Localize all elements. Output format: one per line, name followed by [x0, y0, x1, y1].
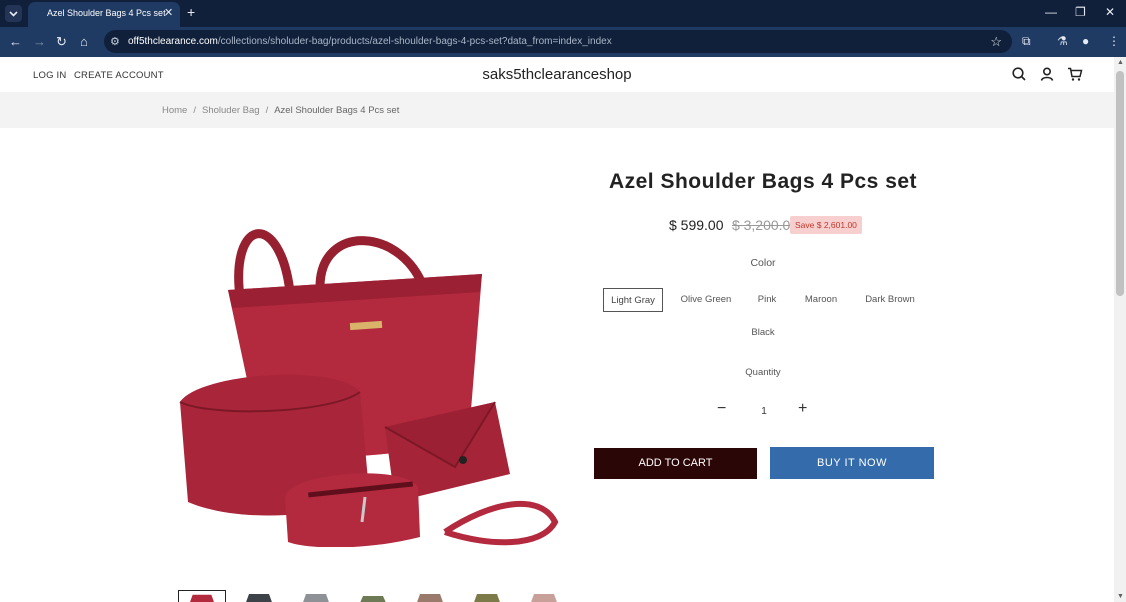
product-main-image[interactable] — [170, 202, 565, 547]
thumbnail-strip — [178, 590, 568, 602]
web-page: LOG IN CREATE ACCOUNT saks5thclearancesh… — [0, 57, 1114, 602]
color-option-light-gray[interactable]: Light Gray — [603, 288, 663, 312]
url-text[interactable]: off5thclearance.com/collections/sholuder… — [128, 36, 612, 47]
compare-price: $ 3,200.00 — [731, 217, 799, 233]
labs-icon[interactable]: ⚗ — [1057, 34, 1068, 48]
bookmark-star-icon[interactable]: ☆ — [990, 34, 1002, 50]
thumbnail-7[interactable] — [520, 590, 568, 602]
thumbnail-3[interactable] — [292, 590, 340, 602]
plus-icon[interactable]: + — [798, 401, 807, 417]
site-info-icon[interactable]: ⚙ — [110, 35, 120, 48]
breadcrumb-home[interactable]: Home — [162, 105, 187, 116]
color-option-pink[interactable]: Pink — [751, 288, 783, 312]
color-label: Color — [750, 257, 776, 269]
thumbnail-2[interactable] — [235, 590, 283, 602]
minimize-icon[interactable]: — — [1045, 5, 1057, 19]
quantity-input[interactable]: 1 — [757, 406, 771, 417]
current-price: $ 599.00 — [669, 217, 724, 233]
color-option-dark-brown[interactable]: Dark Brown — [860, 288, 920, 312]
minus-icon[interactable]: − — [717, 401, 726, 417]
profile-icon[interactable]: ● — [1082, 34, 1089, 48]
account-icon[interactable] — [1039, 66, 1055, 82]
home-icon[interactable]: ⌂ — [80, 34, 88, 49]
scroll-down-icon[interactable]: ▼ — [1117, 593, 1124, 600]
scrollbar-thumb[interactable] — [1116, 71, 1124, 296]
thumbnail-6[interactable] — [463, 590, 511, 602]
breadcrumb: Home / Sholuder Bag / Azel Shoulder Bags 4 P… — [162, 105, 399, 116]
thumbnail-4[interactable] — [349, 590, 397, 602]
tab-title: Azel Shoulder Bags 4 Pcs set — [47, 8, 166, 18]
add-to-cart-button[interactable]: ADD TO CART — [594, 448, 757, 479]
buy-it-now-button[interactable]: BUY IT NOW — [770, 447, 934, 479]
color-option-olive-green[interactable]: Olive Green — [676, 288, 736, 312]
browser-tab-bar: Azel Shoulder Bags 4 Pcs set ✕ + — ❐ ✕ — [0, 0, 1126, 27]
cart-icon[interactable] — [1067, 66, 1083, 82]
search-icon[interactable] — [1011, 66, 1027, 82]
restore-icon[interactable]: ❐ — [1075, 5, 1086, 19]
menu-kebab-icon[interactable]: ⋮ — [1108, 34, 1120, 48]
breadcrumb-current: Azel Shoulder Bags 4 Pcs set — [274, 105, 400, 116]
save-badge: Save $ 2,601.00 — [790, 216, 862, 234]
browser-toolbar: ← → ↻ ⌂ ⚙ off5thclearance.com/collection… — [0, 27, 1126, 57]
close-tab-icon[interactable]: ✕ — [164, 6, 173, 19]
chevron-down-icon — [9, 11, 18, 17]
reload-icon[interactable]: ↻ — [56, 34, 67, 50]
scroll-up-icon[interactable]: ▲ — [1117, 59, 1124, 66]
site-logo[interactable]: saks5thclearanceshop — [0, 66, 1114, 83]
forward-icon[interactable]: → — [33, 34, 46, 49]
breadcrumb-bar: Home / Sholuder Bag / Azel Shoulder Bags 4 P… — [0, 92, 1114, 128]
product-title: Azel Shoulder Bags 4 Pcs set — [608, 170, 918, 193]
close-window-icon[interactable]: ✕ — [1105, 5, 1115, 19]
breadcrumb-category[interactable]: Sholuder Bag — [202, 105, 260, 116]
extensions-icon[interactable]: ⧉ — [1022, 34, 1031, 49]
thumbnail-5[interactable] — [406, 590, 454, 602]
price-row: $ 599.00 $ 3,200.00 — [669, 217, 798, 235]
tab-search-button[interactable] — [5, 5, 22, 22]
color-option-black[interactable]: Black — [743, 321, 783, 345]
breadcrumb-separator: / — [265, 105, 269, 116]
back-icon[interactable]: ← — [9, 34, 22, 49]
site-header: LOG IN CREATE ACCOUNT saks5thclearancesh… — [0, 57, 1114, 92]
browser-tab-active[interactable]: Azel Shoulder Bags 4 Pcs set ✕ — [28, 2, 180, 27]
page-scrollbar[interactable]: ▲ ▼ — [1114, 57, 1126, 602]
color-option-maroon[interactable]: Maroon — [799, 288, 843, 312]
address-bar[interactable]: ⚙ off5thclearance.com/collections/sholud… — [104, 30, 1012, 53]
breadcrumb-separator: / — [193, 105, 196, 116]
new-tab-icon[interactable]: + — [187, 4, 195, 20]
quantity-label: Quantity — [745, 367, 781, 378]
thumbnail-1[interactable] — [178, 590, 226, 602]
